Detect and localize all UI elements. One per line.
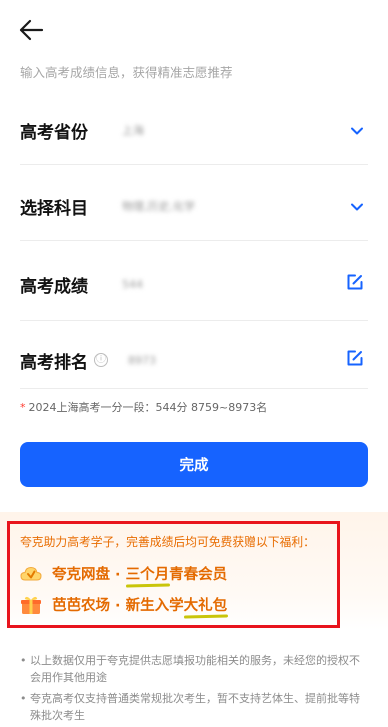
chevron-down-icon[interactable] (350, 121, 364, 140)
subjects-row[interactable]: 选择科目 物理,历史,化学 (20, 186, 368, 226)
divider (20, 240, 368, 241)
subjects-value: 物理,历史,化学 (122, 200, 195, 213)
province-row[interactable]: 高考省份 上海 (20, 110, 368, 150)
edit-icon[interactable] (346, 349, 364, 371)
disclaimer-item: • 以上数据仅用于夸克提供志愿填报功能相关的服务，未经您的授权不会用作其他用途 (20, 652, 370, 686)
rank-value: 8973 (128, 353, 156, 367)
bullet-dot: • (20, 692, 27, 705)
score-row[interactable]: 高考成绩 544 (20, 264, 368, 304)
rank-label: 高考排名 (20, 352, 88, 373)
disclaimer-text: 以上数据仅用于夸克提供志愿填报功能相关的服务，未经您的授权不会用作其他用途 (30, 654, 360, 684)
benefits-intro: 夸克助力高考学子，完善成绩后均可免费获赠以下福利： (20, 535, 315, 549)
bullet-dot: • (20, 654, 27, 667)
score-value: 544 (122, 277, 143, 291)
page-subtitle: 输入高考成绩信息，获得精准志愿推荐 (20, 65, 233, 80)
disclaimer-text: 夸克高考仅支持普通类常规批次考生，暂不支持艺体生、提前批等特殊批次考生 (30, 692, 360, 722)
note-text: 2024上海高考一分一段：544分 8759~8973名 (28, 401, 268, 414)
benefit-1-highlight: 三个月 (126, 563, 170, 584)
info-icon[interactable]: ⓘ (94, 353, 108, 367)
submit-button[interactable]: 完成 (20, 442, 368, 487)
edit-icon[interactable] (346, 273, 364, 295)
divider (20, 320, 368, 321)
cloud-drive-icon (20, 564, 42, 584)
disclaimer-item: • 夸克高考仅支持普通类常规批次考生，暂不支持艺体生、提前批等特殊批次考生 (20, 690, 370, 724)
benefit-1-suffix: 青春会员 (169, 567, 228, 583)
score-label: 高考成绩 (20, 276, 88, 297)
province-label: 高考省份 (20, 122, 88, 143)
required-mark: * (20, 401, 26, 414)
benefit-2-prefix: 芭芭农场 · 新生入学 (52, 598, 184, 614)
rank-row[interactable]: 高考排名 ⓘ 8973 (20, 340, 368, 380)
gift-icon (20, 595, 42, 615)
chevron-down-icon[interactable] (350, 197, 364, 216)
benefit-2-highlight: 大礼包 (184, 594, 228, 615)
score-rank-note: * 2024上海高考一分一段：544分 8759~8973名 (20, 399, 267, 415)
benefit-item-farm: 芭芭农场 · 新生入学大礼包 (20, 594, 227, 615)
province-value: 上海 (122, 124, 144, 137)
benefit-item-cloud-drive: 夸克网盘 · 三个月青春会员 (20, 563, 227, 584)
subjects-label: 选择科目 (20, 198, 88, 219)
divider (20, 388, 368, 389)
back-arrow-icon[interactable] (18, 18, 46, 42)
benefit-1-prefix: 夸克网盘 · (52, 567, 126, 583)
divider (20, 164, 368, 165)
